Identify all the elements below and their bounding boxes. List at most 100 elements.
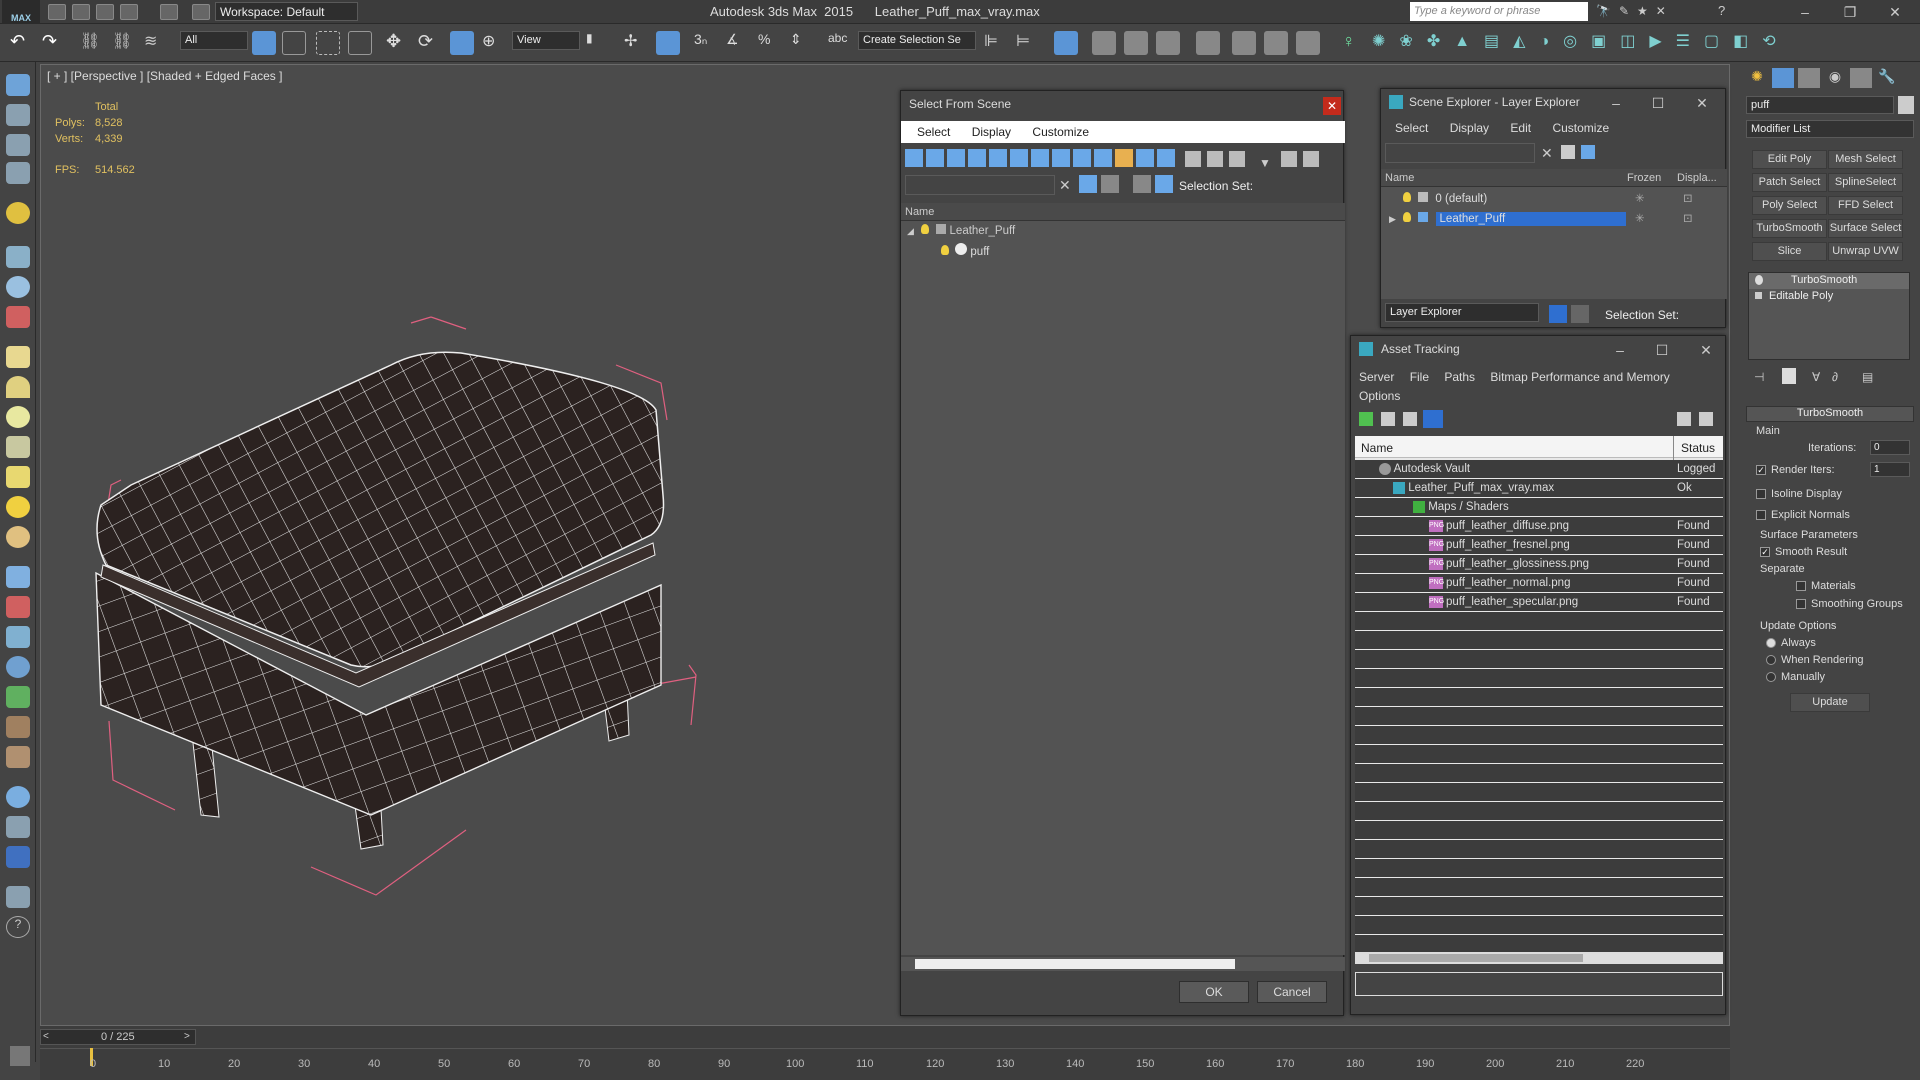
- select-none-icon[interactable]: [1207, 151, 1223, 167]
- explorer-type-dropdown[interactable]: Layer Explorer: [1385, 303, 1539, 322]
- display-icon[interactable]: ⊡: [1683, 191, 1693, 205]
- redo-icon[interactable]: [160, 4, 178, 20]
- menu-select[interactable]: Select: [917, 125, 950, 139]
- hair-icon[interactable]: [6, 716, 30, 738]
- display-lights-icon[interactable]: [947, 149, 965, 167]
- maximize-icon[interactable]: ☐: [1647, 340, 1677, 360]
- grid-icon[interactable]: [6, 162, 30, 184]
- isoline-checkbox[interactable]: [1756, 489, 1766, 500]
- clear-search-icon[interactable]: ✕: [1059, 177, 1071, 194]
- snap-toggle-icon[interactable]: 3ₙ: [694, 31, 718, 55]
- options-icon[interactable]: [1581, 145, 1595, 159]
- display-xrefs-icon[interactable]: [1052, 149, 1070, 167]
- poly-select-button[interactable]: Poly Select: [1752, 196, 1827, 215]
- hierarchy-mode-icon[interactable]: [1571, 305, 1589, 323]
- menu-customize[interactable]: Customize: [1032, 125, 1089, 139]
- highlight-icon[interactable]: [1101, 175, 1119, 193]
- scene-list[interactable]: Name ◢ Leather_Puff puff: [901, 203, 1345, 955]
- vray-frame-icon[interactable]: [6, 846, 30, 868]
- globe-icon[interactable]: [6, 786, 30, 808]
- display-bones-icon[interactable]: [1073, 149, 1091, 167]
- list-view-icon[interactable]: [1381, 412, 1395, 426]
- help-icon[interactable]: [1677, 412, 1691, 426]
- menu-bitmap-performance[interactable]: Bitmap Performance and Memory: [1490, 368, 1669, 387]
- stack-item-editable-poly[interactable]: Editable Poly: [1749, 289, 1909, 305]
- teapot-icon[interactable]: [6, 436, 30, 458]
- mesh-select-button[interactable]: Mesh Select: [1828, 150, 1903, 169]
- select-object-icon[interactable]: [252, 31, 276, 55]
- asset-row[interactable]: Maps / Shaders: [1413, 498, 1509, 517]
- track-bar[interactable]: [40, 1048, 1730, 1066]
- display-groups-icon[interactable]: [1031, 149, 1049, 167]
- grass-icon[interactable]: [6, 686, 30, 708]
- sky-icon[interactable]: [6, 526, 30, 548]
- file-icon[interactable]: [6, 886, 30, 908]
- display-spacewarps-icon[interactable]: [1010, 149, 1028, 167]
- schematic-view-icon[interactable]: [1156, 31, 1180, 55]
- motion-tab-icon[interactable]: ◉: [1824, 68, 1846, 88]
- close-icon[interactable]: ✕: [1687, 93, 1717, 113]
- frozen-icon[interactable]: ✳: [1635, 211, 1645, 225]
- expand-icon[interactable]: [1755, 292, 1762, 299]
- mesh-icon[interactable]: [6, 626, 30, 648]
- refresh-icon[interactable]: [1359, 412, 1373, 426]
- camera-icon[interactable]: [6, 246, 30, 268]
- remove-modifier-icon[interactable]: ∂: [1832, 370, 1838, 384]
- isoline-display-row[interactable]: Isoline Display: [1756, 488, 1842, 500]
- environment-icon[interactable]: [6, 656, 30, 678]
- search-input[interactable]: Type a keyword or phrase: [1410, 2, 1588, 21]
- column-display[interactable]: Displa...: [1677, 172, 1717, 184]
- region-select-icon[interactable]: [316, 31, 340, 55]
- puff-model-wireframe[interactable]: [41, 65, 901, 965]
- render-iters-spinner[interactable]: 1: [1870, 462, 1910, 477]
- close-icon[interactable]: ✕: [1880, 2, 1910, 22]
- display-geometry-icon[interactable]: [905, 149, 923, 167]
- smoothing-groups-checkbox[interactable]: [1796, 599, 1806, 610]
- named-selection-set-dropdown[interactable]: Create Selection Se: [858, 31, 976, 50]
- lightbulb-icon[interactable]: [1755, 275, 1763, 285]
- link-icon[interactable]: ⛓: [80, 31, 104, 55]
- align-icon[interactable]: ⊨: [1016, 31, 1040, 55]
- display-shapes-icon[interactable]: [926, 149, 944, 167]
- rendered-frame-icon[interactable]: [1264, 31, 1288, 55]
- asset-row[interactable]: PNG puff_leather_diffuse.png: [1429, 517, 1569, 536]
- keyboard-shortcut-icon[interactable]: [656, 31, 680, 55]
- time-slider[interactable]: < 0 / 225 >: [40, 1029, 196, 1045]
- undo-icon[interactable]: ↶: [10, 31, 34, 55]
- display-icon[interactable]: ⊡: [1683, 211, 1693, 225]
- bulb-icon[interactable]: [941, 245, 949, 255]
- minimize-icon[interactable]: –: [1790, 2, 1820, 22]
- graphite-icon[interactable]: [1092, 31, 1116, 55]
- hierarchy-tab-icon[interactable]: [1798, 68, 1820, 88]
- modify-tab-icon[interactable]: [1772, 68, 1794, 88]
- asset-row[interactable]: Autodesk Vault: [1379, 460, 1470, 479]
- patch-select-button[interactable]: Patch Select: [1752, 173, 1827, 192]
- render-setup-icon[interactable]: [1232, 31, 1256, 55]
- make-unique-icon[interactable]: ∀: [1812, 370, 1820, 384]
- frozen-icon[interactable]: ✳: [1635, 191, 1645, 205]
- display-frozen-icon[interactable]: [1115, 149, 1133, 167]
- create-tab-icon[interactable]: ✺: [1746, 68, 1768, 88]
- rotate-icon[interactable]: ⟳: [418, 31, 442, 55]
- render-iters-checkbox[interactable]: ✓: [1756, 465, 1766, 476]
- object-name-field[interactable]: puff: [1746, 96, 1894, 114]
- display-helpers-icon[interactable]: [989, 149, 1007, 167]
- scale-icon[interactable]: [450, 31, 474, 55]
- smoothing-groups-row[interactable]: Smoothing Groups: [1796, 598, 1903, 610]
- manually-radio[interactable]: [1766, 672, 1776, 683]
- select-by-name-icon[interactable]: [282, 31, 306, 55]
- create-icon[interactable]: [6, 74, 30, 96]
- column-name[interactable]: Name: [1385, 172, 1414, 184]
- asset-path-field[interactable]: [1355, 972, 1723, 996]
- layers-mode-icon[interactable]: [1549, 305, 1567, 323]
- help-icon[interactable]: ?: [1718, 3, 1725, 18]
- menu-display[interactable]: Display: [972, 125, 1011, 139]
- minimize-icon[interactable]: –: [1605, 340, 1635, 360]
- smooth-result-checkbox[interactable]: ✓: [1760, 547, 1770, 558]
- collapse-icon[interactable]: [1303, 151, 1319, 167]
- minimize-icon[interactable]: –: [1601, 93, 1631, 113]
- display-all-icon[interactable]: [1157, 149, 1175, 167]
- filter-icon[interactable]: ▼: [1259, 156, 1275, 172]
- turbosmooth-rollout-header[interactable]: TurboSmooth: [1746, 406, 1914, 422]
- horizontal-scrollbar[interactable]: [1355, 952, 1723, 964]
